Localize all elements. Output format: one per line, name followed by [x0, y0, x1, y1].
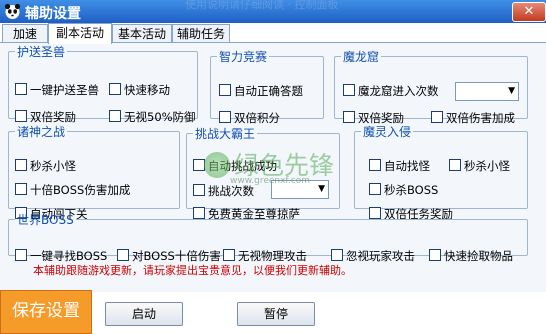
checkbox-icon[interactable] [223, 249, 235, 261]
checkbox-label: 双倍奖励 [30, 110, 76, 124]
dropdown-arrow-icon[interactable]: ▼ [508, 86, 515, 96]
checkbox-label: 秒杀小怪 [464, 159, 510, 173]
checkbox-icon[interactable] [331, 249, 343, 261]
checkbox-label: 对BOSS十倍伤害 [132, 249, 221, 263]
checkbox-fast-loot[interactable]: 快速捡取物品 [429, 248, 513, 264]
checkbox-label: 秒杀BOSS [384, 183, 439, 197]
checkbox-icon[interactable] [109, 110, 121, 122]
checkbox-icon[interactable] [429, 249, 441, 261]
save-settings-button[interactable]: 保存设置 [0, 290, 92, 334]
checkbox-icon[interactable] [117, 249, 129, 261]
group-battle-of-gods: 诸神之战 秒杀小怪 十倍BOSS伤害加成 自动闯下关 [8, 123, 180, 221]
checkbox-label: 自动正确答题 [234, 84, 303, 98]
close-button[interactable]: ✕ [512, 2, 546, 22]
tab-speedup[interactable]: 加速 [2, 24, 48, 43]
checkbox-label: 一键护送圣兽 [30, 83, 99, 97]
group-overlord-challenge-title: 挑战大霸王 [195, 127, 256, 141]
checkbox-icon[interactable] [369, 183, 381, 195]
checkbox-icon[interactable] [219, 84, 231, 96]
tab-dungeon-activities[interactable]: 副本活动 [48, 23, 112, 44]
checkbox-label: 快速移动 [124, 83, 170, 97]
group-quiz: 智力竞赛 自动正确答题 双倍积分 [210, 48, 324, 125]
dragon-cave-entries-select[interactable]: ▼ [455, 82, 519, 101]
checkbox-label: 一键寻找BOSS [30, 249, 108, 263]
checkbox-icon[interactable] [15, 83, 27, 95]
close-icon: ✕ [523, 4, 535, 19]
background-window-title: 使用说明请仔细阅读 · 控制面板 [185, 0, 339, 11]
checkbox-tenfold-boss-damage[interactable]: 十倍BOSS伤害加成 [15, 182, 130, 198]
group-battle-of-gods-title: 诸神之战 [17, 125, 66, 139]
group-escort: 护送圣兽 一键护送圣兽 快速移动 双倍奖励 无视50%防御 [8, 43, 198, 124]
checkbox-instant-kill-boss[interactable]: 秒杀BOSS [369, 182, 438, 198]
checkbox-icon[interactable] [15, 110, 27, 122]
watermark-url: www.greenxf.com [230, 176, 311, 186]
tab-basic-activities[interactable]: 基本活动 [112, 24, 172, 43]
checkbox-icon[interactable] [15, 159, 27, 171]
checkbox-label: 无视50%防御 [124, 110, 196, 124]
checkbox-icon[interactable] [15, 249, 27, 261]
checkbox-icon[interactable] [343, 111, 355, 123]
group-demon-invasion: 魔灵入侵 自动找怪 秒杀小怪 秒杀BOSS 双倍任务奖励 [354, 123, 528, 221]
checkbox-double-points[interactable]: 双倍积分 [219, 110, 280, 126]
checkbox-icon[interactable] [109, 83, 121, 95]
checkbox-icon[interactable] [219, 111, 231, 123]
checkbox-auto-find-monster[interactable]: 自动找怪 [369, 158, 430, 174]
checkbox-icon[interactable] [193, 184, 205, 196]
checkbox-label: 双倍积分 [234, 111, 280, 125]
checkbox-invasion-kill-mobs[interactable]: 秒杀小怪 [449, 158, 510, 174]
panda-app-icon [4, 3, 21, 19]
checkbox-dragon-cave-entries[interactable]: 魔龙窟进入次数 [343, 83, 439, 99]
checkbox-label: 十倍BOSS伤害加成 [30, 183, 131, 197]
tab-strip: 加速 副本活动 基本活动 辅助任务 [0, 23, 546, 44]
update-notice: 本辅助跟随游戏更新，请玩家提出宝贵意见，以便我们更新辅助。 [33, 264, 352, 277]
checkbox-auto-answer[interactable]: 自动正确答题 [219, 83, 303, 99]
checkbox-icon[interactable] [343, 84, 355, 96]
title-bar[interactable]: 辅助设置 使用说明请仔细阅读 · 控制面板 ✕ [0, 0, 546, 23]
watermark-logo-icon [204, 152, 230, 178]
start-button[interactable]: 启动 [105, 302, 183, 326]
checkbox-icon[interactable] [449, 159, 461, 171]
checkbox-icon[interactable] [15, 183, 27, 195]
checkbox-label: 无视物理攻击 [238, 249, 307, 263]
window-title: 辅助设置 [25, 6, 81, 22]
checkbox-label: 秒杀小怪 [30, 159, 76, 173]
checkbox-label: 魔龙窟进入次数 [358, 84, 439, 98]
group-demon-invasion-title: 魔灵入侵 [363, 125, 412, 139]
checkbox-label: 自动找怪 [384, 159, 430, 173]
dropdown-arrow-icon[interactable]: ▼ [318, 184, 325, 194]
group-dragon-cave: 魔龙窟 魔龙窟进入次数 ▼ 双倍奖励 双倍伤害加成 [334, 48, 528, 125]
checkbox-label: 快速捡取物品 [444, 249, 513, 263]
group-world-boss: 世界BOSS 一键寻找BOSS 对BOSS十倍伤害 无视物理攻击 忽视玩家攻击 … [8, 211, 528, 263]
checkbox-icon[interactable] [431, 111, 443, 123]
checkbox-icon[interactable] [369, 159, 381, 171]
tab-assist-quests[interactable]: 辅助任务 [172, 24, 230, 43]
checkbox-one-key-escort[interactable]: 一键护送圣兽 [15, 82, 99, 98]
checkbox-label: 挑战次数 [208, 184, 254, 198]
checkbox-label: 忽视玩家攻击 [346, 249, 415, 263]
checkbox-instant-kill-mobs[interactable]: 秒杀小怪 [15, 158, 76, 174]
group-escort-title: 护送圣兽 [17, 45, 66, 59]
checkbox-fast-move[interactable]: 快速移动 [109, 82, 170, 98]
group-world-boss-title: 世界BOSS [17, 213, 74, 227]
group-quiz-title: 智力竞赛 [219, 50, 268, 64]
pause-button[interactable]: 暂停 [237, 302, 315, 326]
group-dragon-cave-title: 魔龙窟 [343, 50, 380, 64]
